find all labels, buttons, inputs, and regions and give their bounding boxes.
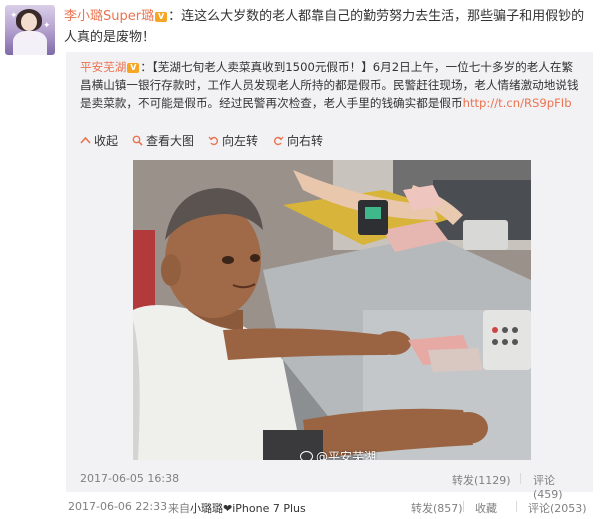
avatar-dress: [13, 31, 47, 55]
post-time[interactable]: 2017-06-06 22:33: [68, 500, 167, 513]
weibo-logo-icon: [300, 451, 313, 460]
post-username[interactable]: 李小璐Super璐: [64, 9, 154, 24]
source-device[interactable]: 小璐璐❤iPhone 7 Plus: [190, 502, 306, 515]
rotate-right-icon: [273, 136, 284, 146]
view-large-button[interactable]: 查看大图: [132, 132, 194, 149]
rotate-left-button[interactable]: 向左转: [208, 132, 258, 149]
post-header: 李小璐Super璐 V ：连这么大岁数的老人都靠自己的勤劳努力去生活，那些骗子和用假…: [64, 6, 592, 48]
photo-illustration: [133, 160, 531, 460]
repost-time[interactable]: 2017-06-05 16:38: [80, 472, 179, 485]
image-toolbar: 收起 查看大图 向左转 向右转: [80, 132, 580, 148]
zoom-icon: [132, 135, 143, 146]
sparkle-icon: ✦: [10, 11, 18, 21]
rotate-right-button[interactable]: 向右转: [273, 132, 323, 149]
rotate-left-label: 向左转: [222, 134, 259, 148]
vip-badge-icon: V: [127, 63, 140, 73]
rotate-left-icon: [208, 136, 219, 146]
watermark-text: @平安芜湖: [316, 450, 377, 460]
photo-watermark: @平安芜湖: [300, 448, 376, 460]
rotate-right-label: 向右转: [287, 134, 324, 148]
forward-button[interactable]: 转发(857): [411, 500, 463, 516]
post-photo[interactable]: @平安芜湖: [133, 160, 531, 460]
comment-button[interactable]: 评论(2053): [528, 500, 587, 516]
divider: [516, 501, 517, 512]
avatar-face: [21, 13, 37, 31]
vip-badge-icon: V: [155, 12, 168, 22]
repost-card: 平安芜湖 V ：【芜湖七旬老人卖菜真收到1500元假币！】6月2日上午，一位七十多岁…: [66, 52, 593, 501]
repost-forward-count[interactable]: 转发(1129): [452, 472, 511, 488]
sparkle-icon: ✦: [43, 21, 51, 31]
divider: [520, 473, 521, 484]
post-source: 来自小璐璐❤iPhone 7 Plus: [168, 500, 306, 516]
collect-label: 收起: [94, 134, 119, 148]
divider: [463, 501, 464, 512]
repost-link[interactable]: http://t.cn/RS9pFIb: [463, 96, 572, 110]
repost-text-block: 平安芜湖 V ：【芜湖七旬老人卖菜真收到1500元假币！】6月2日上午，一位七十多岁…: [80, 58, 580, 112]
collapse-icon: [80, 136, 91, 144]
source-prefix: 来自: [168, 502, 190, 515]
avatar[interactable]: ✦ ✦: [5, 5, 55, 55]
view-large-label: 查看大图: [146, 134, 195, 148]
repost-comment-count[interactable]: 评论(459): [533, 472, 580, 501]
favorite-button[interactable]: 收藏: [475, 500, 497, 516]
collect-button[interactable]: 收起: [80, 132, 118, 149]
repost-username[interactable]: 平安芜湖: [80, 60, 126, 74]
